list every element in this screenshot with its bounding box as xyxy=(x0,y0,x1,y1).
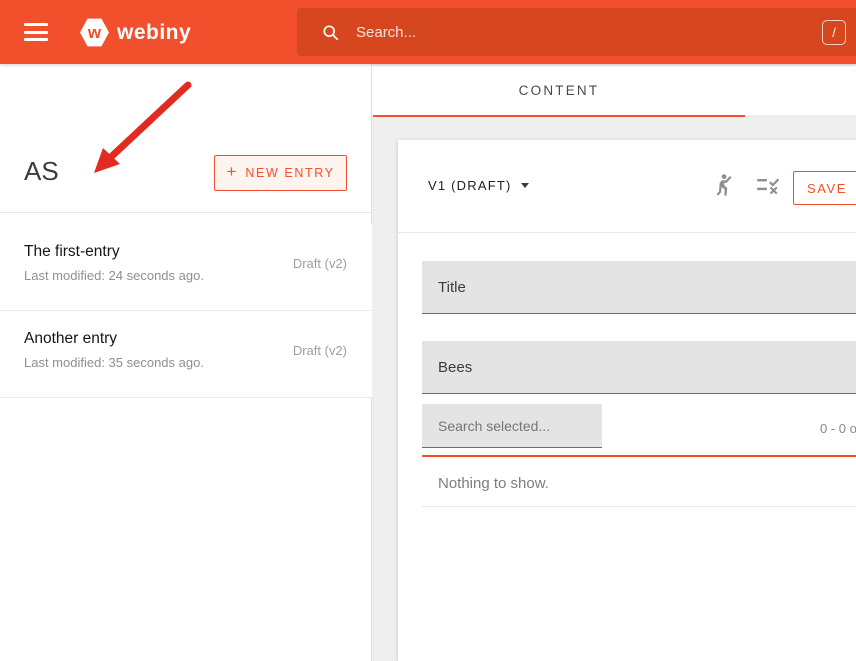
plus-icon: + xyxy=(226,162,236,182)
webiny-logo-hexagon-icon: w xyxy=(80,18,109,47)
tab-bar: CONTENT xyxy=(372,64,856,115)
keyboard-shortcut-badge: / xyxy=(822,20,846,45)
section-divider-accent xyxy=(422,455,856,457)
entry-title: Another entry xyxy=(24,330,117,348)
content-panel: CONTENT V1 (DRAFT) xyxy=(372,64,856,661)
webiny-logo[interactable]: w webiny xyxy=(80,18,191,47)
app-header: w webiny / xyxy=(0,0,856,64)
entry-status-badge: Draft (v2) xyxy=(293,256,347,271)
tab-content-label: CONTENT xyxy=(519,83,600,98)
version-selector[interactable]: V1 (DRAFT) xyxy=(428,178,529,193)
entry-form-header: V1 (DRAFT) SAVE xyxy=(398,140,856,233)
reference-search-input[interactable] xyxy=(438,418,588,434)
reference-search-field[interactable] xyxy=(422,404,602,448)
tab-content[interactable]: CONTENT xyxy=(373,66,745,115)
save-button[interactable]: SAVE xyxy=(793,171,856,205)
global-search-bar[interactable] xyxy=(297,8,856,56)
section-divider xyxy=(422,506,856,507)
bees-field-label: Bees xyxy=(438,359,472,376)
entry-list-item[interactable]: The first-entry Last modified: 24 second… xyxy=(0,224,372,311)
global-search-input[interactable] xyxy=(356,24,736,41)
logo-letter: w xyxy=(88,23,101,43)
search-icon xyxy=(322,24,339,41)
hamburger-menu-icon[interactable] xyxy=(24,23,48,41)
version-selected-label: V1 (DRAFT) xyxy=(428,178,512,193)
shortcut-key-label: / xyxy=(832,25,836,40)
entries-sidebar: AS + NEW ENTRY The first-entry Last modi… xyxy=(0,64,372,661)
model-title: AS xyxy=(24,156,59,187)
new-entry-button[interactable]: + NEW ENTRY xyxy=(214,155,347,191)
pagination-label: 0 - 0 of 0 xyxy=(820,421,856,436)
logo-wordmark: webiny xyxy=(117,21,191,45)
request-review-person-icon[interactable] xyxy=(710,172,736,198)
rule-checklist-icon[interactable] xyxy=(755,172,781,198)
active-tab-indicator xyxy=(373,115,745,117)
chevron-down-icon xyxy=(521,183,529,188)
entry-list-item[interactable]: Another entry Last modified: 35 seconds … xyxy=(0,311,372,398)
entry-status-badge: Draft (v2) xyxy=(293,343,347,358)
title-field[interactable]: Title xyxy=(422,261,856,314)
entry-title: The first-entry xyxy=(24,243,120,261)
new-entry-label: NEW ENTRY xyxy=(245,166,334,180)
entry-modified: Last modified: 35 seconds ago. xyxy=(24,355,204,370)
webiny-admin-screen: w webiny / AS + NEW ENTRY xyxy=(0,0,856,661)
entry-modified: Last modified: 24 seconds ago. xyxy=(24,268,204,283)
title-field-label: Title xyxy=(438,279,466,296)
bees-field[interactable]: Bees xyxy=(422,341,856,394)
entry-form-card: V1 (DRAFT) SAVE Title Bee xyxy=(398,140,856,661)
empty-list-message: Nothing to show. xyxy=(438,475,549,492)
